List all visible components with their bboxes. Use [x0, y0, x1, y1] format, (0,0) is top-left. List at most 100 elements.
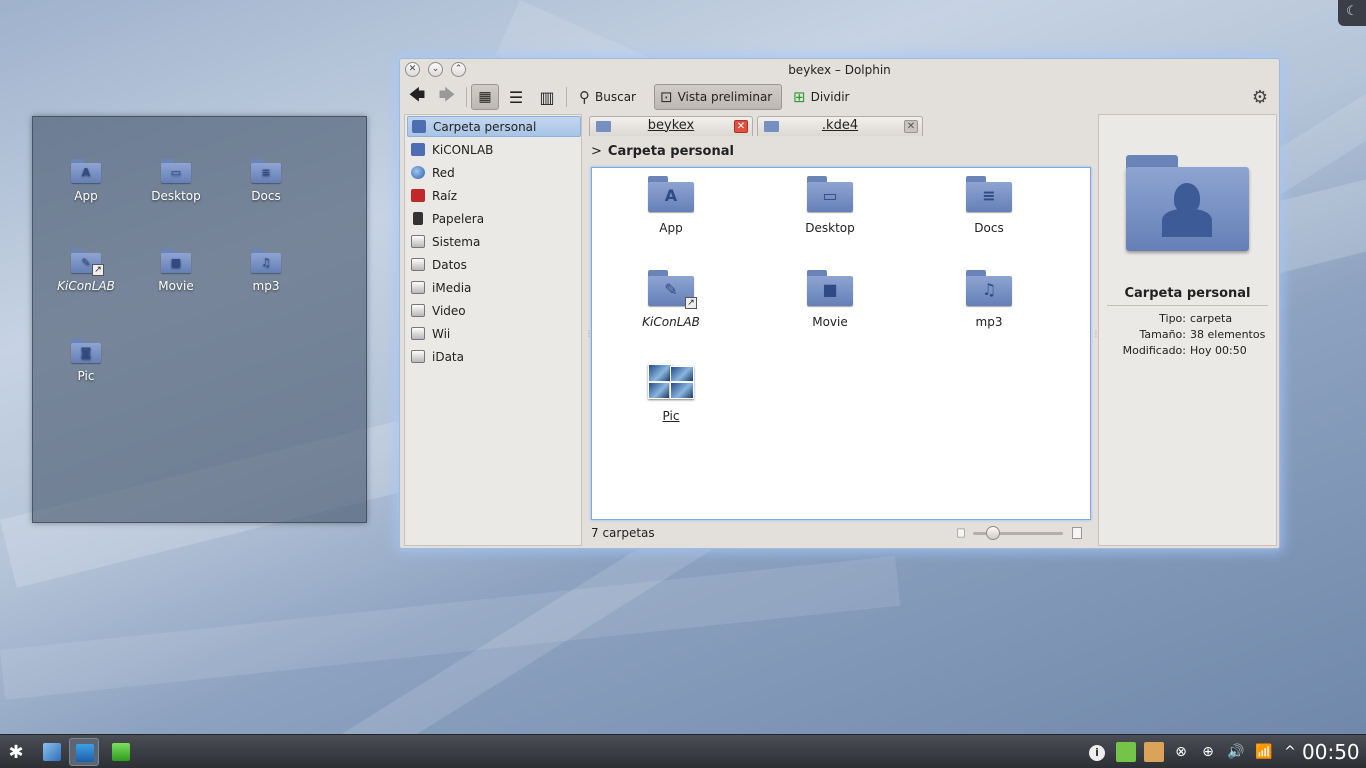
- place-label: iMedia: [432, 280, 472, 295]
- desktop-item-pic[interactable]: ◙ Pic: [41, 339, 131, 383]
- file-view[interactable]: A App ▭ Desktop ≡ Docs ✎ ↗ KiConLAB ■ Movie ♫ mp3 Pic: [591, 167, 1091, 520]
- drive-icon: [411, 258, 425, 271]
- folder-icon: ▭: [161, 159, 191, 183]
- net-icon: [411, 166, 425, 179]
- tab-kde4[interactable]: .kde4 ✕: [757, 116, 923, 136]
- columns-view-icon: ▥: [539, 87, 555, 107]
- taskbar: ✱ i ⊗ ⊕ 🔊 📶 ^ 00:50: [0, 734, 1366, 768]
- preview-button[interactable]: ⊡ Vista preliminar: [654, 84, 783, 110]
- zoom-in-icon: [1072, 527, 1082, 539]
- file-item-app[interactable]: A App: [611, 176, 731, 235]
- preview-icon: ⊡: [660, 88, 673, 106]
- title-bar[interactable]: ✕ ⌄ ⌃ beykex – Dolphin: [400, 59, 1279, 81]
- forward-button[interactable]: 🡆: [433, 84, 461, 110]
- desktop-item-kiconlab[interactable]: ✎ ↗ KiConLAB: [41, 249, 131, 293]
- expand-tray-icon[interactable]: ^: [1280, 742, 1300, 762]
- back-button[interactable]: 🡄: [403, 84, 431, 110]
- tab-label: .kde4: [821, 118, 859, 133]
- place-item-kiconlab[interactable]: KiCONLAB: [407, 139, 581, 160]
- info-key: Modificado:: [1122, 344, 1186, 357]
- tab-close-icon[interactable]: ✕: [904, 120, 918, 133]
- clock[interactable]: 00:50: [1302, 740, 1360, 764]
- desktop-item-label: App: [74, 189, 98, 203]
- desktop-item-docs[interactable]: ≡ Docs: [221, 159, 311, 203]
- gear-icon: ⚙: [1251, 86, 1269, 108]
- file-item-mp3[interactable]: ♫ mp3: [929, 270, 1049, 329]
- task-dolphin[interactable]: [69, 738, 99, 766]
- usb-device-icon[interactable]: ⊕: [1198, 742, 1218, 762]
- folder-icon: ♫: [251, 249, 281, 273]
- folder-icon: ■: [807, 270, 853, 306]
- status-text: 7 carpetas: [591, 526, 655, 540]
- tab-close-icon[interactable]: ✕: [734, 120, 748, 133]
- tab-beykex[interactable]: beykex ✕: [589, 116, 753, 136]
- file-label: KiConLAB: [642, 315, 700, 329]
- desktop-folder-view: A App ▭ Desktop ≡ Docs ✎ ↗ KiConLAB ■ Movie ♫ mp3 ◙ Pi…: [32, 116, 367, 523]
- desktop-item-app[interactable]: A App: [41, 159, 131, 203]
- place-item-idata[interactable]: iData: [407, 346, 581, 367]
- place-item-papelera[interactable]: Papelera: [407, 208, 581, 229]
- split-view-icon: ⊞: [793, 88, 806, 106]
- details-view-button[interactable]: ☰: [502, 84, 530, 110]
- place-item-video[interactable]: Video: [407, 300, 581, 321]
- network-disconnected-icon[interactable]: ⊗: [1171, 742, 1191, 762]
- trash-icon: [413, 212, 423, 225]
- search-label: Buscar: [595, 90, 636, 104]
- split-button[interactable]: ⊞ Dividir: [789, 84, 853, 110]
- forward-arrow-icon: 🡆: [438, 84, 456, 104]
- place-label: Raíz: [432, 188, 458, 203]
- task-konqueror[interactable]: [37, 738, 67, 766]
- dolphin-window: ✕ ⌄ ⌃ beykex – Dolphin 🡄 🡆 ▦ ☰ ▥ ⚲ Busca…: [399, 58, 1280, 549]
- place-label: iData: [432, 349, 464, 364]
- file-item-kiconlab[interactable]: ✎ ↗ KiConLAB: [611, 270, 731, 329]
- place-item-carpeta-personal[interactable]: Carpeta personal: [407, 116, 581, 137]
- splitter-handle[interactable]: ⋮: [1092, 329, 1100, 338]
- place-item-raíz[interactable]: Raíz: [407, 185, 581, 206]
- desktop-item-desktop[interactable]: ▭ Desktop: [131, 159, 221, 203]
- place-item-wii[interactable]: Wii: [407, 323, 581, 344]
- breadcrumb[interactable]: > Carpeta personal: [591, 144, 734, 159]
- grid-view-icon: ▦: [478, 89, 492, 105]
- file-item-desktop[interactable]: ▭ Desktop: [770, 176, 890, 235]
- icons-view-button[interactable]: ▦: [471, 84, 499, 110]
- info-icon[interactable]: i: [1087, 742, 1107, 762]
- kickoff-launcher-icon[interactable]: ✱: [2, 739, 30, 766]
- zoom-handle[interactable]: [986, 526, 1000, 540]
- wifi-icon[interactable]: 📶: [1254, 742, 1274, 762]
- desktop-item-label: Movie: [158, 279, 194, 293]
- clipboard-icon[interactable]: [1144, 742, 1164, 762]
- drive-icon: [411, 350, 425, 363]
- file-item-pic[interactable]: Pic: [611, 364, 731, 423]
- volume-icon[interactable]: 🔊: [1226, 742, 1246, 762]
- place-item-red[interactable]: Red: [407, 162, 581, 183]
- place-item-imedia[interactable]: iMedia: [407, 277, 581, 298]
- task-amarok[interactable]: [106, 738, 136, 766]
- file-item-movie[interactable]: ■ Movie: [770, 270, 890, 329]
- place-item-datos[interactable]: Datos: [407, 254, 581, 275]
- drive-icon: [411, 327, 425, 340]
- columns-view-button[interactable]: ▥: [533, 84, 561, 110]
- zoom-slider[interactable]: [953, 525, 1091, 541]
- desktop-item-label: Docs: [251, 189, 281, 203]
- link-arrow-icon: ↗: [92, 264, 104, 276]
- music-app-icon: [112, 743, 130, 761]
- desktop-item-movie[interactable]: ■ Movie: [131, 249, 221, 293]
- settings-button[interactable]: ⚙: [1246, 84, 1274, 110]
- info-name: Carpeta personal: [1124, 286, 1251, 301]
- desktop-item-mp3[interactable]: ♫ mp3: [221, 249, 311, 293]
- splitter-handle[interactable]: ⋮: [585, 329, 593, 338]
- split-label: Dividir: [810, 90, 850, 104]
- place-item-sistema[interactable]: Sistema: [407, 231, 581, 252]
- desktop-item-label: Desktop: [151, 189, 201, 203]
- desktop-toolbox-icon[interactable]: ☾: [1338, 0, 1366, 26]
- search-button[interactable]: ⚲ Buscar: [575, 84, 640, 110]
- place-label: Sistema: [432, 234, 481, 249]
- file-label: App: [659, 221, 683, 235]
- information-panel: Carpeta personal Tipo: carpeta Tamaño: 38 e…: [1098, 114, 1277, 546]
- preview-label: Vista preliminar: [677, 90, 773, 104]
- file-label: Desktop: [805, 221, 855, 235]
- file-item-docs[interactable]: ≡ Docs: [929, 176, 1049, 235]
- music-tray-icon[interactable]: [1116, 742, 1136, 762]
- home-icon: [412, 120, 426, 133]
- info-key: Tipo:: [1159, 312, 1186, 325]
